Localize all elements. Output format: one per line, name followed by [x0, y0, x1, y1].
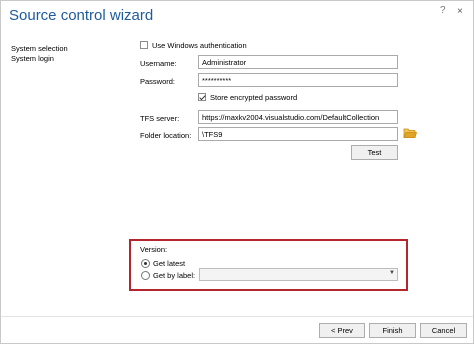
folder-location-label: Folder location:	[140, 131, 192, 140]
help-icon[interactable]: ?	[440, 5, 446, 16]
nav-item-system-login[interactable]: System login	[11, 54, 54, 63]
folder-browse-icon[interactable]	[403, 127, 418, 139]
get-latest-radio[interactable]	[141, 259, 150, 268]
store-encrypted-checkbox[interactable]	[198, 93, 206, 101]
finish-button[interactable]: Finish	[369, 323, 416, 338]
footer-divider	[1, 316, 473, 317]
password-field[interactable]: **********	[198, 73, 398, 87]
nav-item-system-selection[interactable]: System selection	[11, 44, 68, 53]
version-heading: Version:	[140, 245, 168, 254]
username-label: Username:	[140, 59, 177, 68]
wizard-title: Source control wizard	[9, 7, 154, 24]
cancel-button[interactable]: Cancel	[420, 323, 467, 338]
close-icon[interactable]: ×	[457, 6, 463, 17]
username-field[interactable]: Administrator	[198, 55, 398, 69]
use-windows-auth-label: Use Windows authentication	[152, 41, 247, 50]
tfs-server-label: TFS server:	[140, 114, 180, 123]
wizard-window: Source control wizard ? × System selecti…	[0, 0, 474, 344]
get-by-label-label: Get by label:	[153, 271, 196, 280]
tfs-server-field[interactable]: https://maxkv2004.visualstudio.com/Defau…	[198, 110, 398, 124]
chevron-down-icon: ▼	[389, 270, 395, 276]
folder-location-field[interactable]: \TFS9	[198, 127, 398, 141]
test-button[interactable]: Test	[351, 145, 398, 160]
use-windows-auth-checkbox[interactable]	[140, 41, 148, 49]
store-encrypted-label: Store encrypted password	[210, 93, 298, 102]
get-by-label-radio[interactable]	[141, 271, 150, 280]
password-label: Password:	[140, 77, 176, 86]
label-select[interactable]: ▼	[199, 268, 398, 281]
prev-button[interactable]: < Prev	[319, 323, 365, 338]
get-latest-label: Get latest	[153, 259, 186, 268]
